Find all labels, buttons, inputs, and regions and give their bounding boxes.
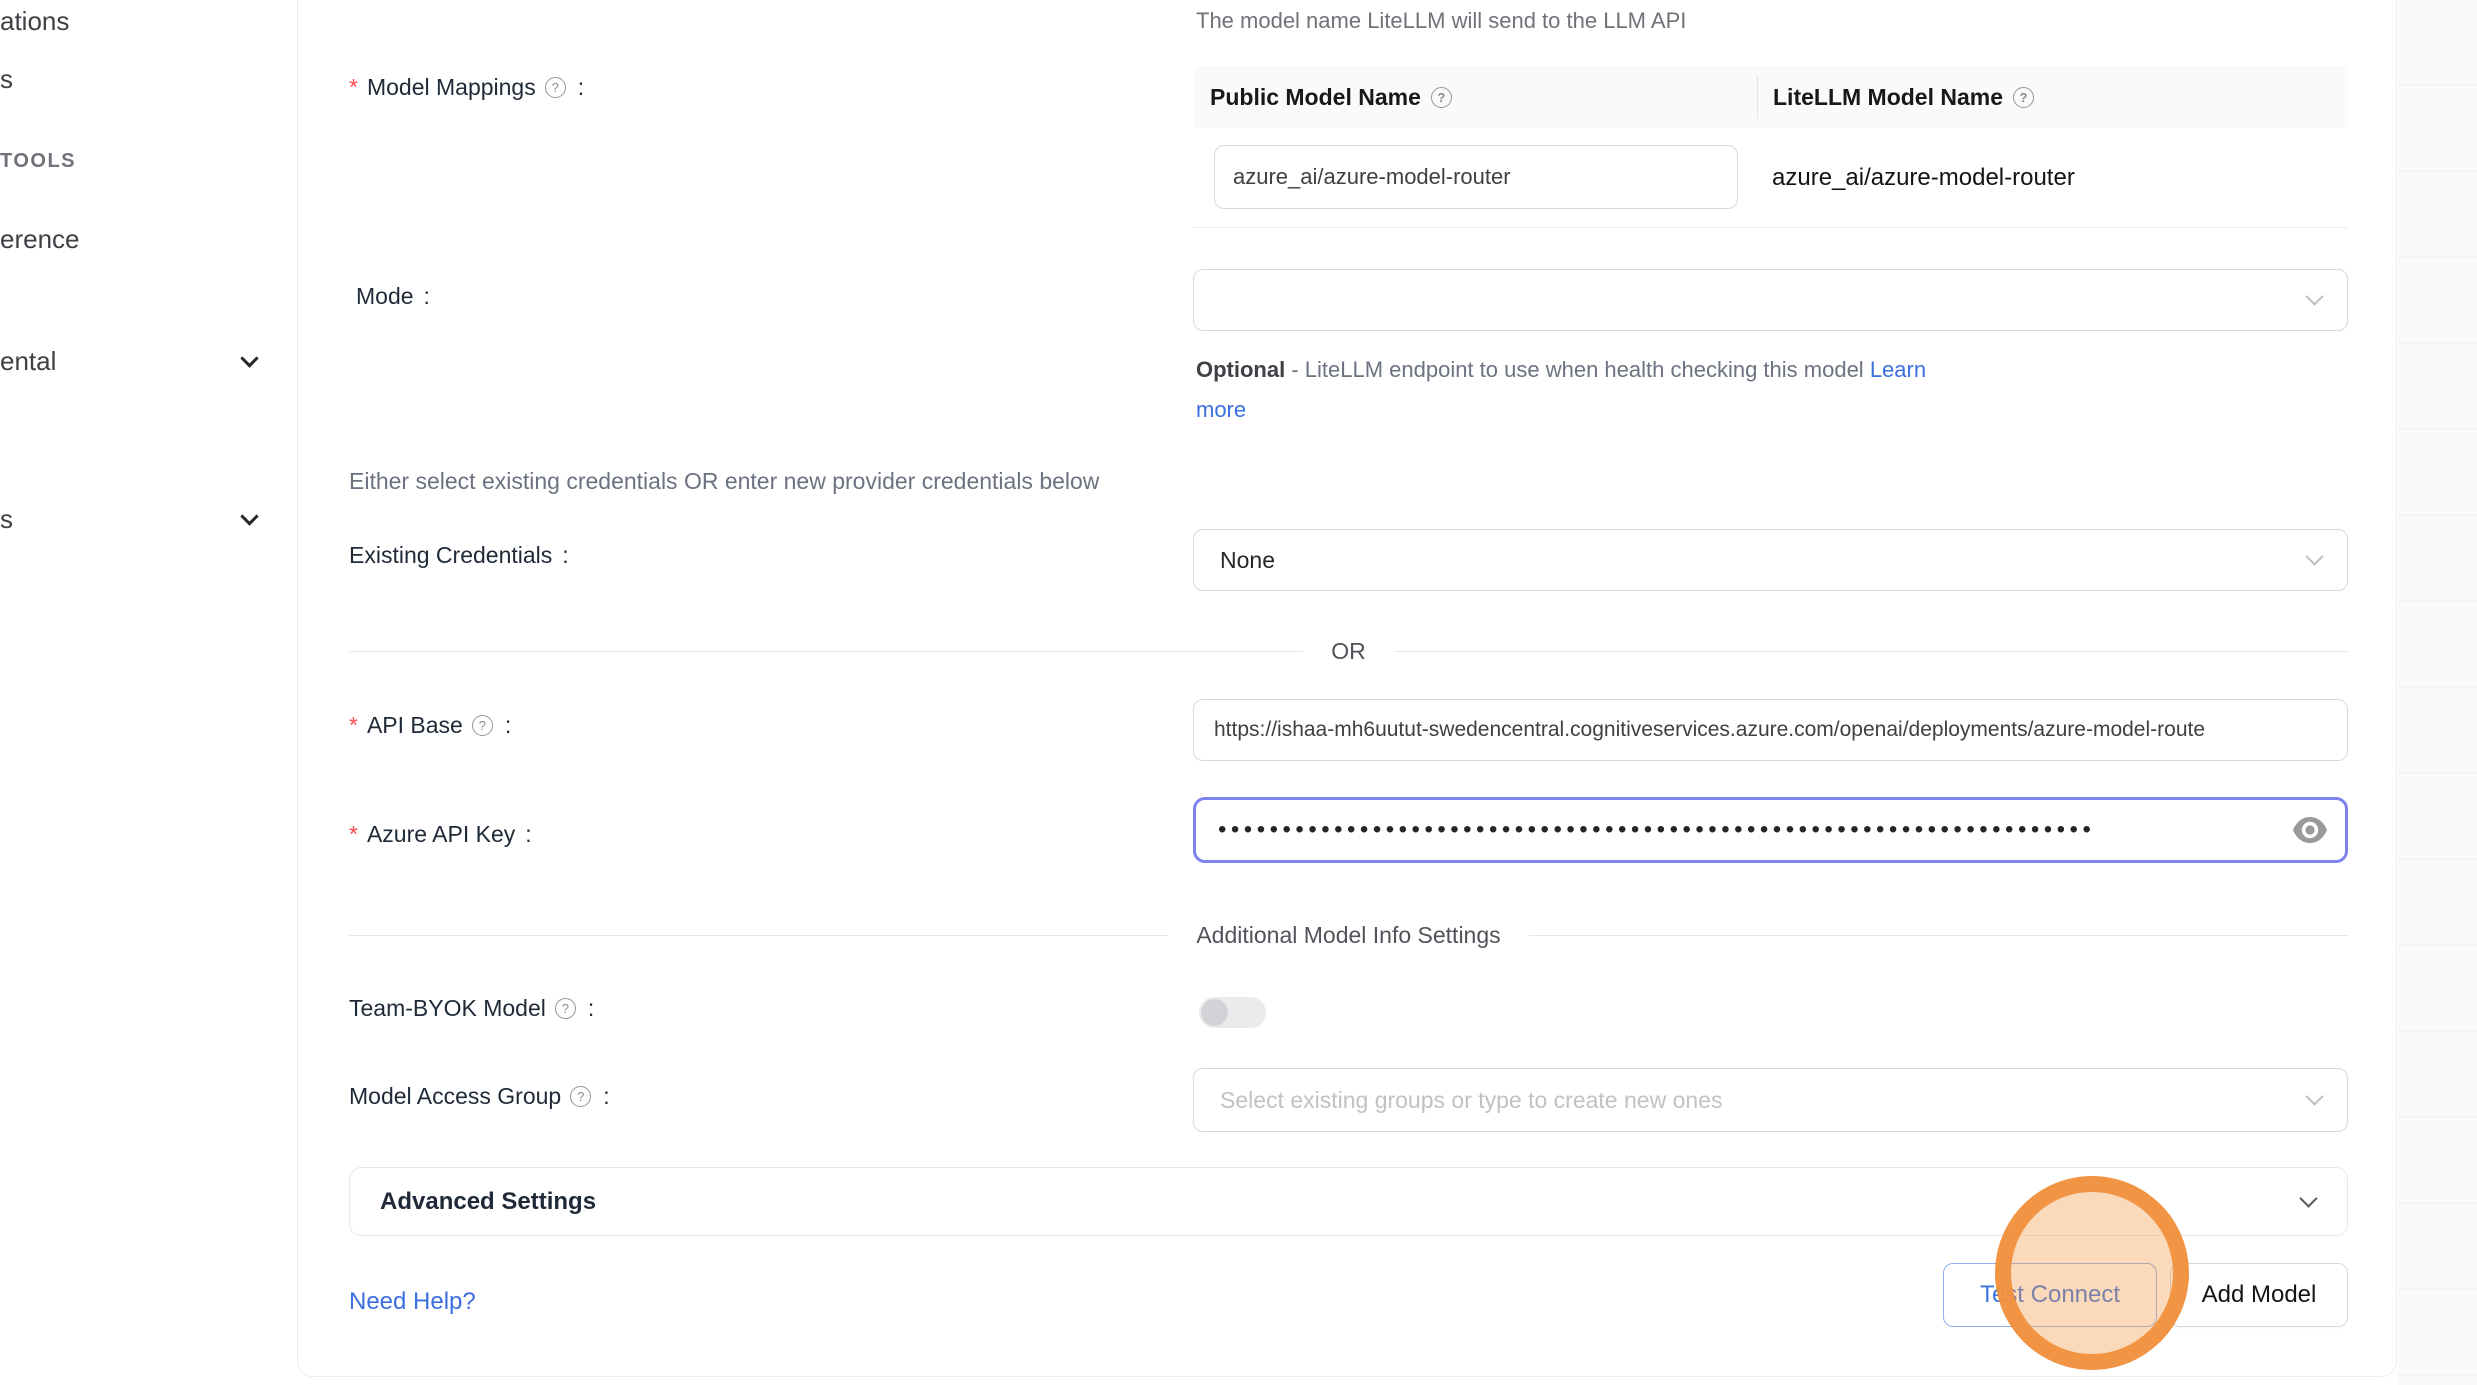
helper-bold: Optional bbox=[1196, 357, 1285, 382]
sidebar-item[interactable]: s bbox=[0, 64, 13, 95]
divider-line bbox=[349, 651, 1303, 652]
eye-icon[interactable] bbox=[2293, 817, 2327, 848]
divider-text: Additional Model Info Settings bbox=[1196, 922, 1500, 949]
label-colon: : bbox=[588, 995, 594, 1022]
required-mark: * bbox=[349, 712, 358, 739]
divider-line bbox=[1529, 935, 2348, 936]
masked-password-value: ••••••••••••••••••••••••••••••••••••••••… bbox=[1218, 816, 2238, 844]
mode-select[interactable] bbox=[1193, 269, 2348, 331]
label-text: Mode bbox=[356, 283, 414, 310]
public-model-name-input[interactable]: azure_ai/azure-model-router bbox=[1214, 145, 1738, 209]
toggle-knob bbox=[1201, 999, 1228, 1026]
team-byok-toggle[interactable] bbox=[1199, 997, 1266, 1028]
mode-helper-text: Optional - LiteLLM endpoint to use when … bbox=[1196, 350, 1966, 430]
api-base-label: * API Base ? : bbox=[349, 712, 511, 739]
column-header-litellm-model-name: LiteLLM Model Name ? bbox=[1758, 84, 2036, 111]
azure-api-key-input[interactable]: ••••••••••••••••••••••••••••••••••••••••… bbox=[1193, 797, 2348, 863]
existing-credentials-select[interactable]: None bbox=[1193, 529, 2348, 591]
mode-label: Mode : bbox=[356, 283, 430, 310]
model-mappings-label: * Model Mappings ? : bbox=[349, 74, 584, 101]
model-mappings-table: Public Model Name ? LiteLLM Model Name ?… bbox=[1193, 66, 2348, 228]
column-header-label: LiteLLM Model Name bbox=[1773, 84, 2003, 111]
chevron-down-icon bbox=[2299, 1189, 2317, 1207]
divider-line bbox=[349, 935, 1168, 936]
sidebar-item-settings[interactable]: s bbox=[0, 504, 270, 535]
team-byok-label: Team-BYOK Model ? : bbox=[349, 995, 594, 1022]
help-icon[interactable]: ? bbox=[545, 77, 566, 98]
label-text: Azure API Key bbox=[367, 821, 515, 848]
label-colon: : bbox=[505, 712, 511, 739]
model-access-group-label: Model Access Group ? : bbox=[349, 1083, 610, 1110]
label-colon: : bbox=[424, 283, 430, 310]
model-access-group-select[interactable]: Select existing groups or type to create… bbox=[1193, 1068, 2348, 1132]
sidebar-item-organizations[interactable]: ations bbox=[0, 6, 69, 37]
chevron-down-icon bbox=[240, 349, 258, 367]
background-table-strip bbox=[2398, 0, 2477, 1385]
help-icon[interactable]: ? bbox=[472, 715, 493, 736]
api-base-input[interactable]: https://ishaa-mh6uutut-swedencentral.cog… bbox=[1193, 699, 2348, 761]
label-text: Model Access Group bbox=[349, 1083, 561, 1110]
help-icon[interactable]: ? bbox=[1431, 87, 1452, 108]
sidebar-section-tools: TOOLS bbox=[0, 150, 76, 173]
helper-rest: - LiteLLM endpoint to use when health ch… bbox=[1285, 357, 1870, 382]
table-row: azure_ai/azure-model-router azure_ai/azu… bbox=[1193, 128, 2348, 228]
label-colon: : bbox=[578, 74, 584, 101]
sidebar-item-label: erence bbox=[0, 224, 80, 254]
help-icon[interactable]: ? bbox=[555, 998, 576, 1019]
divider-text: OR bbox=[1331, 638, 1366, 665]
label-text: Team-BYOK Model bbox=[349, 995, 546, 1022]
add-model-button[interactable]: Add Model bbox=[2170, 1263, 2348, 1327]
required-mark: * bbox=[349, 74, 358, 101]
help-icon[interactable]: ? bbox=[2013, 87, 2034, 108]
chevron-down-icon bbox=[2305, 547, 2323, 565]
label-text: Model Mappings bbox=[367, 74, 536, 101]
credentials-note: Either select existing credentials OR en… bbox=[349, 468, 1099, 495]
select-value: None bbox=[1220, 547, 1275, 574]
sidebar-section-label: TOOLS bbox=[0, 150, 76, 172]
select-placeholder: Select existing groups or type to create… bbox=[1220, 1087, 1722, 1114]
label-colon: : bbox=[603, 1083, 609, 1110]
sidebar-item-label: s bbox=[0, 504, 13, 534]
need-help-link[interactable]: Need Help? bbox=[349, 1288, 476, 1316]
column-header-public-model-name: Public Model Name ? bbox=[1193, 84, 1757, 111]
chevron-down-icon bbox=[2305, 287, 2323, 305]
advanced-settings-panel[interactable]: Advanced Settings bbox=[349, 1167, 2348, 1236]
existing-credentials-label: Existing Credentials : bbox=[349, 542, 569, 569]
divider-line bbox=[1394, 651, 2348, 652]
sidebar-item-api-reference[interactable]: erence bbox=[0, 224, 80, 255]
sidebar-item-experimental[interactable]: ental bbox=[0, 346, 270, 377]
sidebar-item-label: ations bbox=[0, 6, 69, 36]
azure-api-key-label: * Azure API Key : bbox=[349, 821, 532, 848]
label-text: Existing Credentials bbox=[349, 542, 552, 569]
required-mark: * bbox=[349, 821, 358, 848]
table-header-row: Public Model Name ? LiteLLM Model Name ? bbox=[1193, 66, 2348, 128]
label-colon: : bbox=[525, 821, 531, 848]
model-name-helper-text: The model name LiteLLM will send to the … bbox=[1196, 8, 1686, 34]
additional-info-divider: Additional Model Info Settings bbox=[349, 922, 2348, 948]
chevron-down-icon bbox=[2305, 1087, 2323, 1105]
or-divider: OR bbox=[349, 638, 2348, 664]
label-text: API Base bbox=[367, 712, 463, 739]
column-header-label: Public Model Name bbox=[1210, 84, 1421, 111]
litellm-model-name-value: azure_ai/azure-model-router bbox=[1772, 128, 2075, 228]
help-icon[interactable]: ? bbox=[570, 1086, 591, 1107]
sidebar-item-label: s bbox=[0, 64, 13, 94]
chevron-down-icon bbox=[240, 507, 258, 525]
sidebar-item-label: ental bbox=[0, 346, 56, 376]
advanced-settings-title: Advanced Settings bbox=[380, 1188, 596, 1216]
label-colon: : bbox=[562, 542, 568, 569]
test-connect-button[interactable]: Test Connect bbox=[1943, 1263, 2157, 1327]
